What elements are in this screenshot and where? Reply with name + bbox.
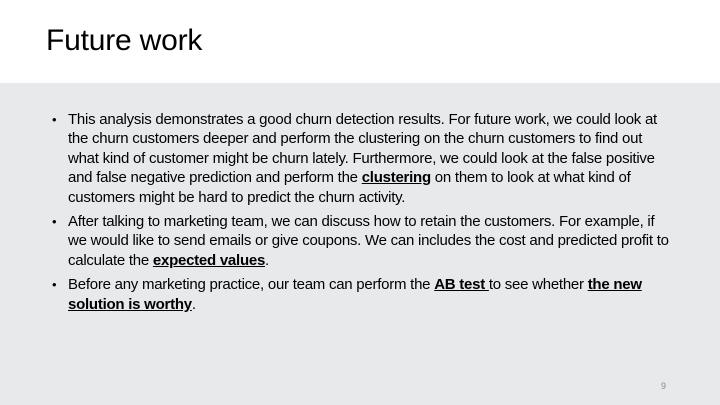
bullet-dot: • bbox=[52, 214, 57, 230]
bullet-item: • This analysis demonstrates a good churn… bbox=[52, 110, 672, 207]
bullet-item: • After talking to marketing team, we can… bbox=[52, 212, 672, 270]
bullet-text: Before any marketing practice, our team … bbox=[68, 276, 435, 294]
bullet-item: • Before any marketing practice, our team… bbox=[52, 275, 672, 314]
page-number: 9 bbox=[660, 381, 666, 391]
bullet-text: to see whether bbox=[488, 276, 588, 294]
bullet-text: . bbox=[265, 251, 269, 269]
bullet-list: • This analysis demonstrates a good churn… bbox=[52, 110, 672, 319]
title-band: Future work bbox=[0, 0, 720, 83]
emphasis-clustering: clustering bbox=[361, 169, 431, 187]
bullet-dot: • bbox=[52, 112, 57, 127]
emphasis-ab-test: AB test bbox=[434, 276, 489, 294]
bullet-dot: • bbox=[52, 277, 57, 293]
emphasis-expected-values: expected values bbox=[152, 251, 266, 269]
slide-title: Future work bbox=[46, 24, 203, 57]
bullet-text: . bbox=[191, 295, 196, 313]
